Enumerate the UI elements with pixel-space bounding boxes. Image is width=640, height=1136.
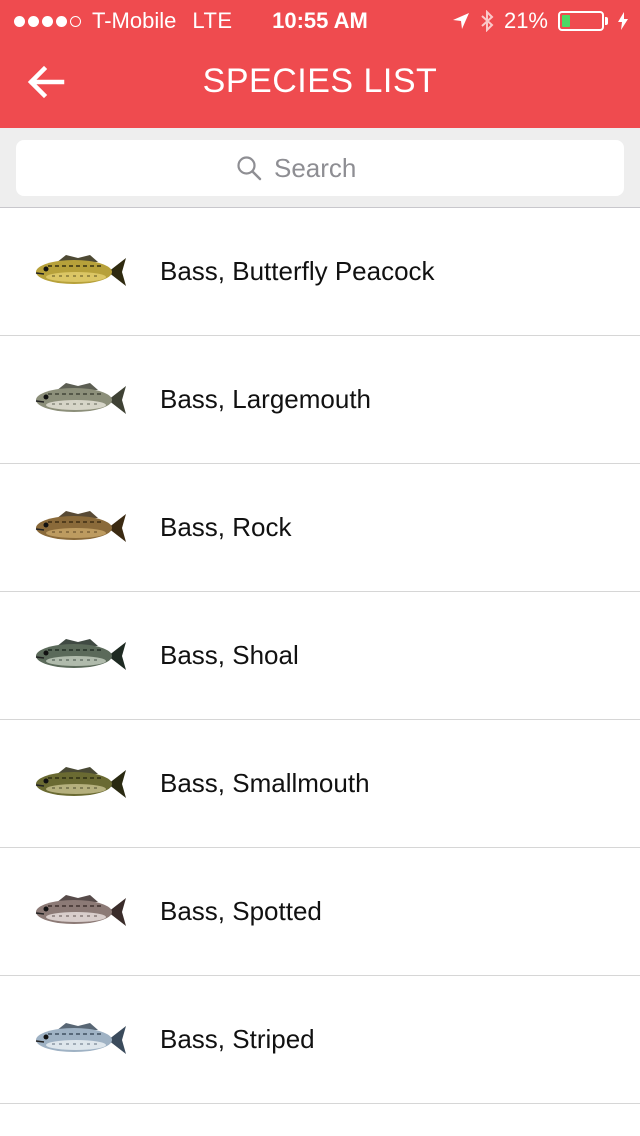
species-row[interactable]: Bass, Shoal	[0, 592, 640, 720]
species-name: Bass, Largemouth	[160, 384, 372, 414]
species-row[interactable]: Bass, Smallmouth	[0, 720, 640, 848]
location-arrow-icon	[452, 13, 469, 29]
fish-rock-bass-icon	[35, 510, 126, 542]
fish-largemouth-bass-icon	[35, 382, 126, 414]
battery-cap	[605, 17, 608, 25]
species-name: Bass, Spotted	[160, 896, 322, 926]
species-name: Bass, Striped	[160, 1024, 315, 1054]
species-row[interactable]: Bass, Spotted	[0, 848, 640, 976]
species-row[interactable]: Bass, Largemouth	[0, 336, 640, 464]
fish-thumbnail	[0, 720, 160, 848]
bluetooth-icon	[481, 10, 494, 32]
species-name: Bass, Rock	[160, 512, 292, 542]
charging-bolt-icon	[618, 12, 628, 30]
fish-thumbnail	[0, 208, 160, 336]
species-row[interactable]: Bass, Rock	[0, 464, 640, 592]
status-bar: T-Mobile LTE 10:55 AM 21%	[0, 0, 640, 40]
page-title: SPECIES LIST	[202, 62, 438, 100]
fish-thumbnail	[0, 592, 160, 720]
fish-smallmouth-bass-icon	[35, 766, 126, 798]
fish-shoal-bass-icon	[35, 638, 126, 670]
fish-thumbnail	[0, 464, 160, 592]
search-bar	[0, 128, 640, 208]
fish-butterfly-peacock-bass-icon	[35, 254, 126, 286]
fish-thumbnail	[0, 848, 160, 976]
battery-icon	[558, 11, 604, 31]
battery-percent: 21%	[503, 8, 548, 33]
header: T-Mobile LTE 10:55 AM 21% SPECIES LIST	[0, 0, 640, 128]
species-name: Bass, Smallmouth	[160, 768, 370, 798]
species-name: Bass, Butterfly Peacock	[160, 256, 435, 286]
search-input[interactable]	[274, 152, 404, 184]
fish-thumbnail	[0, 976, 160, 1104]
search-field[interactable]	[16, 140, 624, 196]
species-name: Bass, Shoal	[160, 640, 299, 670]
species-row[interactable]: Bass, Butterfly Peacock	[0, 208, 640, 336]
navigation-bar: SPECIES LIST	[0, 40, 640, 128]
fish-spotted-bass-icon	[35, 894, 126, 926]
species-row[interactable]: Bass, Striped	[0, 976, 640, 1104]
search-icon	[237, 156, 262, 181]
species-list: Bass, Butterfly Peacock Bass, Largemouth B…	[0, 208, 640, 1104]
fish-thumbnail	[0, 336, 160, 464]
fish-striped-bass-icon	[35, 1022, 126, 1054]
